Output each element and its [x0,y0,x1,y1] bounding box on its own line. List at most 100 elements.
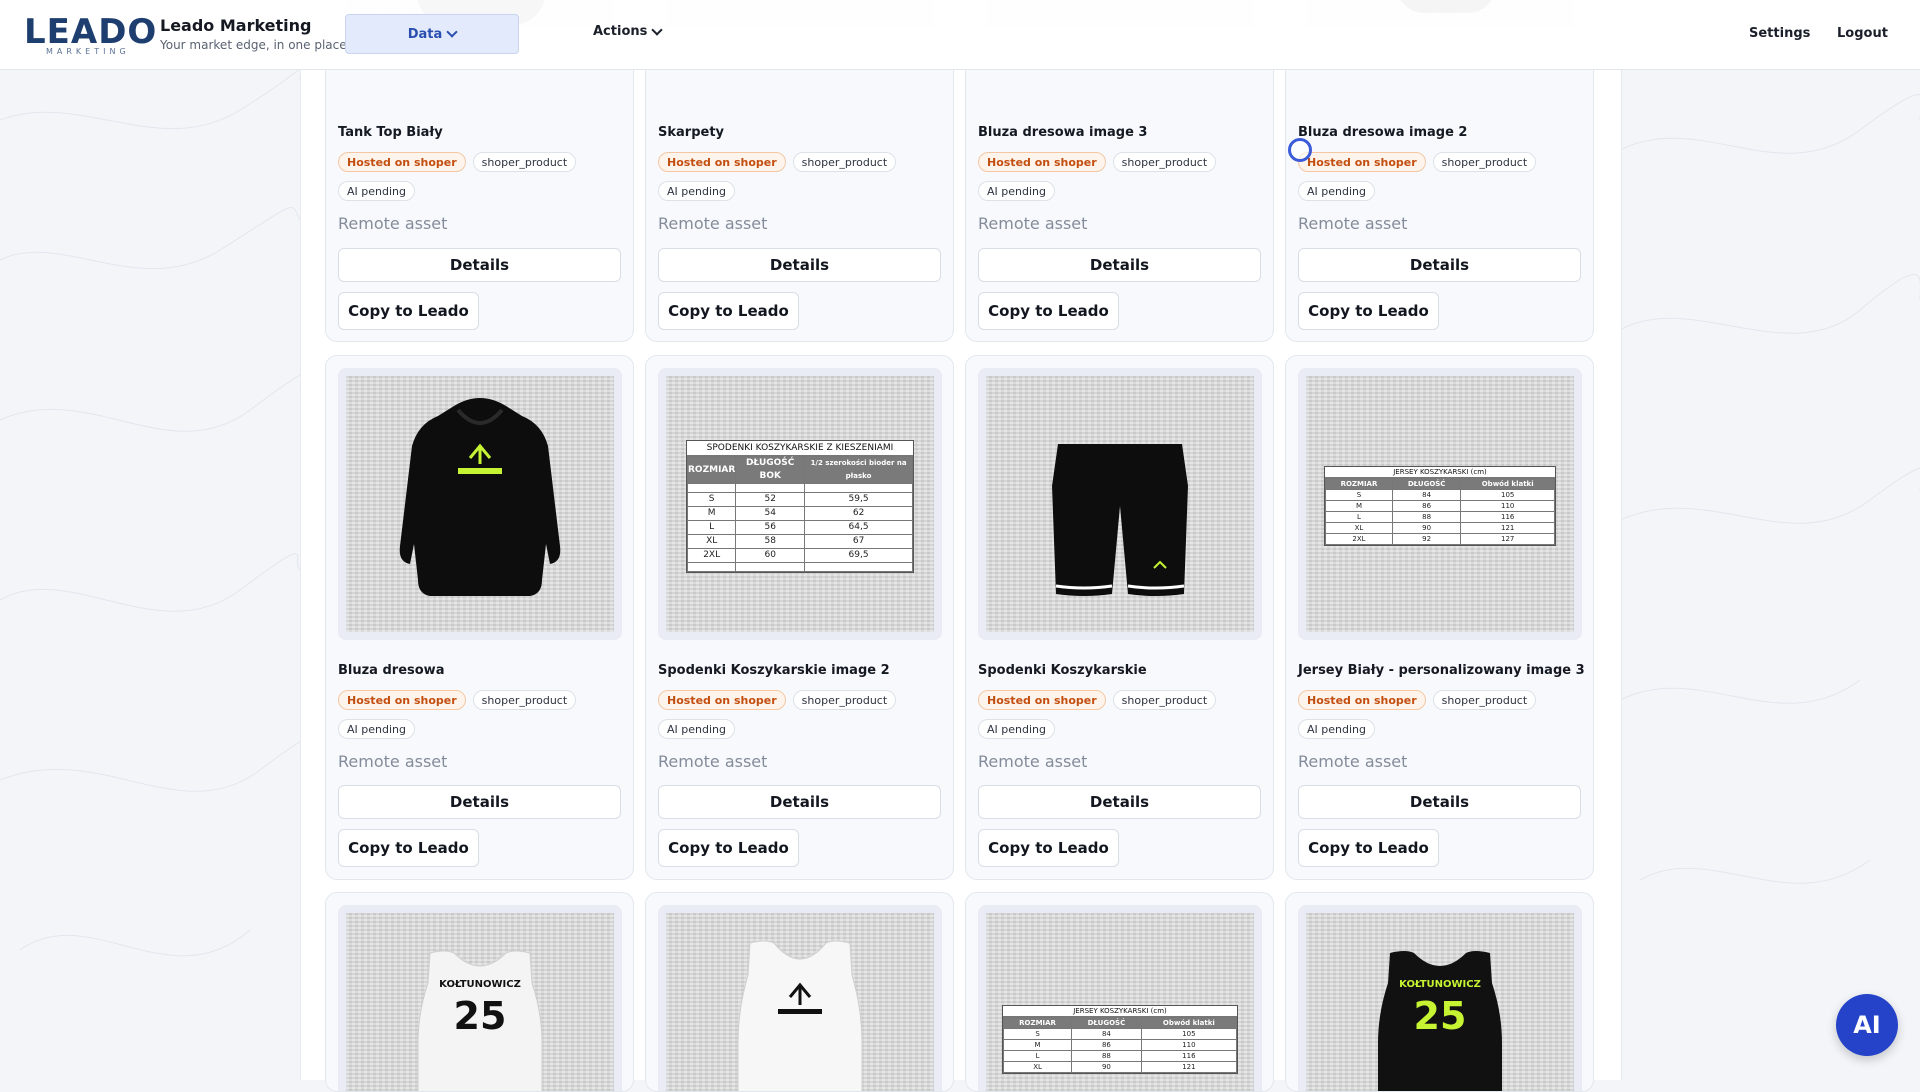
product-thumbnail[interactable]: KOŁTUNOWICZ 25 [1298,905,1582,1091]
remote-asset-label: Remote asset [338,214,448,233]
size-chart-jersey: JERSEY KOSZYKARSKI (cm) ROZMIAR DŁUGOŚĆ … [1324,466,1556,546]
size-chart-cell: 64,5 [804,520,913,535]
size-chart-cell: M [1325,500,1393,512]
remote-asset-label: Remote asset [978,214,1088,233]
product-thumbnail[interactable] [338,368,622,640]
size-chart-cell: S [1325,489,1393,501]
leado-logo[interactable]: LEADO MARKETING [24,14,156,56]
card-tags: Hosted on shoper shoper_product [658,152,897,172]
size-chart-cell: 59,5 [804,492,913,507]
product-thumbnail[interactable] [978,368,1262,640]
size-chart-header: DŁUGOŚĆ BOK [735,456,806,484]
source-badge: shoper_product [1112,152,1217,172]
remote-asset-label: Remote asset [658,752,768,771]
ai-status-badge: AI pending [338,719,415,739]
copy-to-leado-button[interactable]: Copy to Leado [1298,829,1439,867]
settings-link[interactable]: Settings [1749,26,1810,41]
logo-wordmark: LEADO [24,12,158,52]
details-button[interactable]: Details [1298,248,1581,282]
hosted-badge: Hosted on shoper [658,152,786,172]
details-button[interactable]: Details [978,248,1261,282]
size-chart-cell: L [1002,1050,1073,1062]
size-chart-cell: S [686,492,737,507]
ai-assistant-button[interactable]: AI [1836,994,1898,1056]
source-badge: shoper_product [1112,690,1217,710]
size-chart-cell: 52 [735,492,806,507]
copy-to-leado-button[interactable]: Copy to Leado [338,829,479,867]
copy-to-leado-button[interactable]: Copy to Leado [658,829,799,867]
copy-to-leado-button[interactable]: Copy to Leado [978,292,1119,330]
copy-to-leado-button[interactable]: Copy to Leado [1298,292,1439,330]
card-tags: Hosted on shoper shoper_product [338,690,577,710]
mouse-cursor-indicator [1288,138,1312,162]
details-button[interactable]: Details [1298,785,1581,819]
size-chart-cell: XL [1325,522,1393,534]
product-thumbnail[interactable]: JERSEY KOSZYKARSKI (cm) ROZMIAR DŁUGOŚĆ … [978,905,1262,1091]
hosted-badge: Hosted on shoper [338,690,466,710]
hosted-badge: Hosted on shoper [338,152,466,172]
data-menu-label: Data [407,26,443,42]
size-chart-header: ROZMIAR [1325,478,1393,490]
ai-status-badge: AI pending [978,719,1055,739]
logout-link[interactable]: Logout [1837,26,1888,41]
size-chart-cell: 62 [804,506,913,521]
size-chart-cell: 69,5 [804,548,913,563]
media-card: Bluza dresowa Hosted on shoper shoper_pr… [325,355,634,880]
product-thumbnail[interactable]: SPODENKI KOSZYKARSKIE Z KIESZENIAMI ROZM… [658,368,942,640]
shorts-image [1052,444,1188,596]
media-card: JERSEY KOSZYKARSKI (cm) ROZMIAR DŁUGOŚĆ … [965,892,1274,1092]
size-chart-cell: 127 [1460,533,1555,545]
thumbnail-image: KOŁTUNOWICZ 25 [346,913,614,1091]
size-chart-cell: 88 [1071,1050,1142,1062]
card-tags: Hosted on shoper shoper_product [338,152,577,172]
size-chart-cell: 58 [735,534,806,549]
thumbnail-image: JERSEY KOSZYKARSKI (cm) ROZMIAR DŁUGOŚĆ … [1306,376,1574,632]
source-badge: shoper_product [472,152,577,172]
source-badge: shoper_product [792,152,897,172]
size-chart-cell: 67 [804,534,913,549]
size-chart-cell: 56 [735,520,806,535]
thumbnail-image [986,376,1254,632]
size-chart-cell: 84 [1071,1028,1142,1040]
card-tags: Hosted on shoper shoper_product [658,690,897,710]
size-chart-cell: S [1002,1028,1073,1040]
copy-to-leado-button[interactable]: Copy to Leado [658,292,799,330]
chevron-down-icon [651,23,664,36]
source-badge: shoper_product [472,690,577,710]
product-thumbnail[interactable]: JERSEY KOSZYKARSKI (cm) ROZMIAR DŁUGOŚĆ … [1298,368,1582,640]
actions-menu-button[interactable]: Actions [593,23,664,39]
size-chart-cell: L [686,520,737,535]
media-card: Spodenki Koszykarskie Hosted on shoper s… [965,355,1274,880]
jersey-plain-image [737,940,863,1091]
hosted-badge: Hosted on shoper [1298,152,1426,172]
product-thumbnail[interactable] [658,905,942,1091]
jersey-name-print: KOŁTUNOWICZ [439,979,521,990]
details-button[interactable]: Details [658,248,941,282]
size-chart-header: DŁUGOŚĆ [1391,478,1462,490]
details-button[interactable]: Details [978,785,1261,819]
card-tags: Hosted on shoper shoper_product [1298,690,1537,710]
card-tags: Hosted on shoper shoper_product [978,152,1217,172]
size-chart-cell: 84 [1391,489,1462,501]
remote-asset-label: Remote asset [338,752,448,771]
thumbnail-image [346,376,614,632]
size-chart-cell: 88 [1391,511,1462,523]
card-title: Bluza dresowa image 2 [1298,125,1468,140]
hoodie-image [399,398,561,596]
product-thumbnail[interactable]: KOŁTUNOWICZ 25 [338,905,622,1091]
actions-menu-label: Actions [593,24,648,39]
media-card: SPODENKI KOSZYKARSKIE Z KIESZENIAMI ROZM… [645,355,954,880]
size-chart-cell: 90 [1391,522,1462,534]
data-menu-button[interactable]: Data [345,14,519,54]
copy-to-leado-button[interactable]: Copy to Leado [978,829,1119,867]
size-chart-cell: 110 [1140,1039,1238,1051]
media-card: KOŁTUNOWICZ 25 [1285,892,1594,1092]
thumbnail-image: SPODENKI KOSZYKARSKIE Z KIESZENIAMI ROZM… [666,376,934,632]
details-button[interactable]: Details [338,785,621,819]
details-button[interactable]: Details [658,785,941,819]
jersey-white-image: KOŁTUNOWICZ 25 [417,950,543,1091]
thumbnail-image: KOŁTUNOWICZ 25 [1306,913,1574,1091]
size-chart-header: ROZMIAR [686,456,737,484]
copy-to-leado-button[interactable]: Copy to Leado [338,292,479,330]
details-button[interactable]: Details [338,248,621,282]
